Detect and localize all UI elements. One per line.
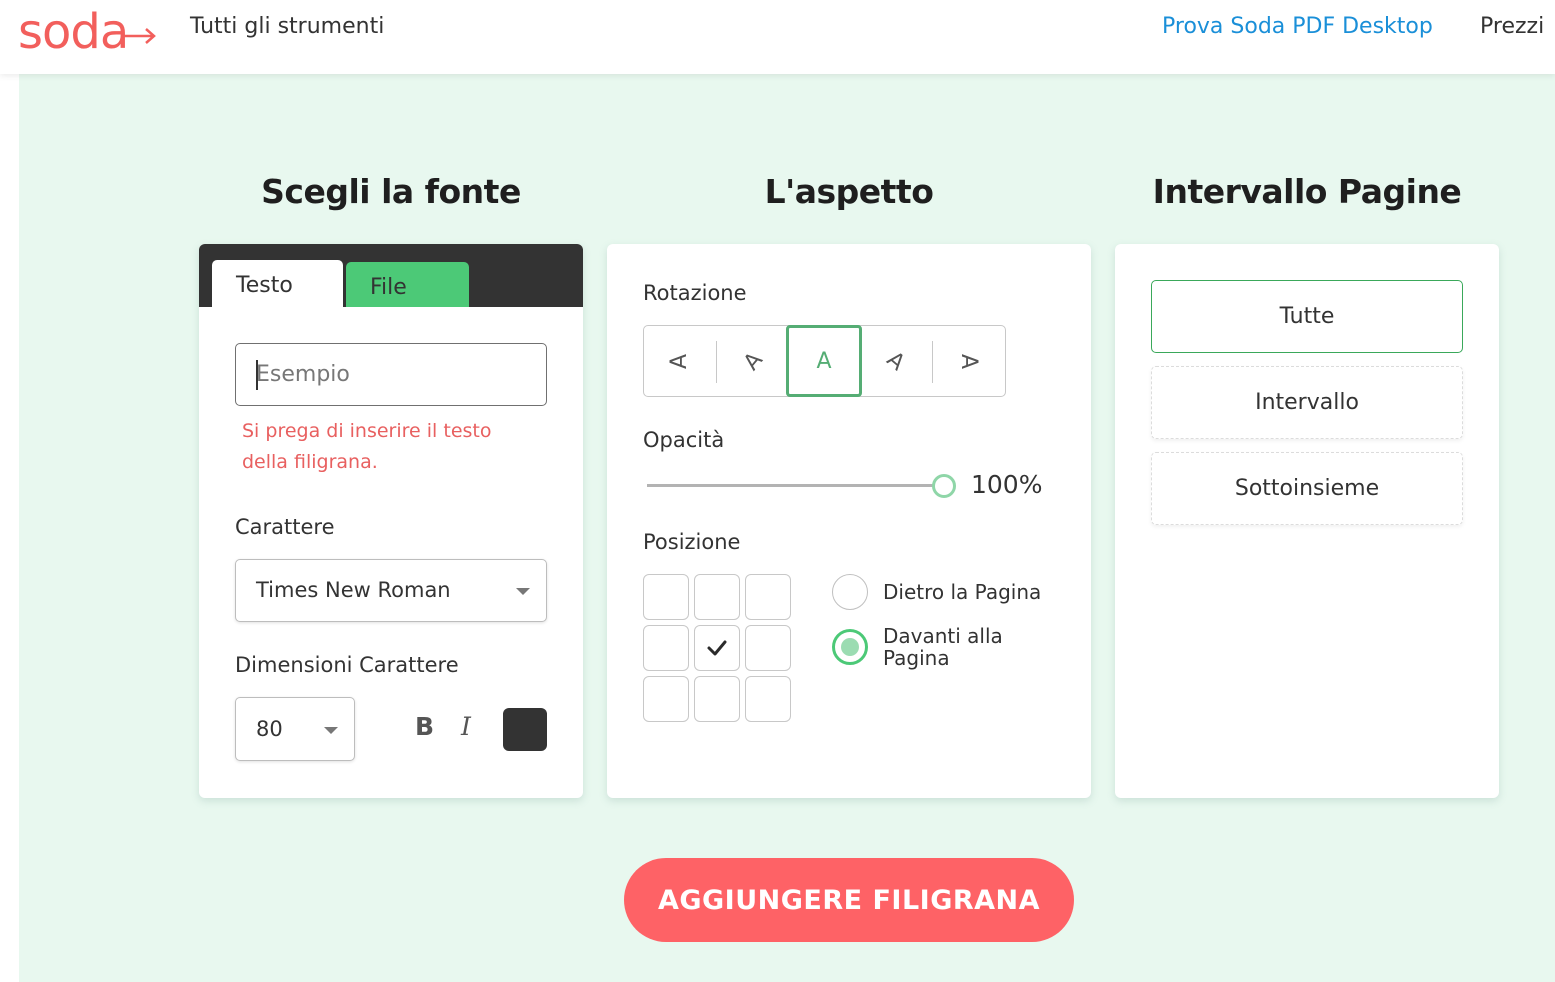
chevron-down-icon (516, 588, 530, 595)
opacity-slider-handle[interactable] (932, 474, 956, 498)
layer-behind-radio[interactable] (832, 574, 868, 610)
layer-front-label[interactable]: Davanti alla Pagina (883, 625, 1043, 669)
position-middle-left[interactable] (643, 625, 689, 671)
rotation-option-90[interactable]: A (933, 326, 1005, 396)
soda-logo[interactable]: soda (18, 4, 158, 60)
rotation-label: Rotazione (643, 281, 747, 305)
radio-selected-dot (841, 638, 859, 656)
font-size-value: 80 (256, 717, 283, 741)
position-bottom-left[interactable] (643, 676, 689, 722)
position-top-right[interactable] (745, 574, 791, 620)
source-section-title: Scegli la fonte (261, 172, 521, 211)
position-top-left[interactable] (643, 574, 689, 620)
nav-pricing-link[interactable]: Prezzi (1480, 14, 1544, 39)
font-label: Carattere (235, 515, 335, 539)
opacity-label: Opacità (643, 428, 725, 452)
rotated-a-icon: A (956, 353, 982, 369)
rotated-a-icon: A (667, 353, 693, 369)
position-label: Posizione (643, 530, 741, 554)
error-message: Si prega di inserire il testo della fili… (242, 420, 492, 473)
logo-text: soda (18, 4, 129, 60)
checkmark-icon (707, 640, 727, 656)
rotation-option-0[interactable]: A (786, 325, 862, 397)
range-option-subset[interactable]: Sottoinsieme (1151, 452, 1463, 525)
page-range-card: Tutte Intervallo Sottoinsieme (1115, 244, 1499, 798)
chevron-down-icon (324, 727, 338, 734)
font-size-label: Dimensioni Carattere (235, 653, 459, 677)
opacity-value: 100% (971, 470, 1043, 499)
bold-button[interactable]: B (415, 712, 434, 741)
position-middle-right[interactable] (745, 625, 791, 671)
upright-a-icon: A (816, 348, 832, 374)
range-option-interval[interactable]: Intervallo (1151, 366, 1463, 439)
watermark-text-placeholder: Esempio (256, 362, 350, 387)
source-tab-bar: Testo File (199, 244, 583, 307)
position-bottom-center[interactable] (694, 676, 740, 722)
font-size-select[interactable]: 80 (235, 697, 355, 761)
opacity-slider-track[interactable] (647, 484, 935, 487)
nav-try-desktop-link[interactable]: Prova Soda PDF Desktop (1162, 14, 1433, 39)
position-top-center[interactable] (694, 574, 740, 620)
layer-behind-label[interactable]: Dietro la Pagina (883, 581, 1041, 603)
range-option-all[interactable]: Tutte (1151, 280, 1463, 353)
appearance-card: Rotazione A A A A A Opacità 100% Posizio… (607, 244, 1091, 798)
position-bottom-right[interactable] (745, 676, 791, 722)
add-watermark-button[interactable]: AGGIUNGERE FILIGRANA (624, 858, 1074, 942)
italic-button[interactable]: I (461, 712, 471, 741)
font-select-value: Times New Roman (256, 578, 451, 602)
logo-arrow-icon (122, 28, 157, 44)
layer-front-radio[interactable] (832, 629, 868, 665)
tab-file[interactable]: File (346, 262, 469, 307)
tab-text[interactable]: Testo (212, 260, 343, 307)
rotation-divider (716, 341, 717, 383)
text-color-picker[interactable] (503, 708, 547, 751)
font-select[interactable]: Times New Roman (235, 559, 547, 622)
page-range-section-title: Intervallo Pagine (1152, 172, 1462, 211)
rotated-a-icon: A (882, 346, 910, 376)
top-navigation-bar: soda Tutti gli strumenti Prova Soda PDF … (0, 0, 1555, 74)
nav-all-tools-link[interactable]: Tutti gli strumenti (190, 14, 384, 39)
watermark-text-input[interactable]: Esempio (235, 343, 547, 406)
position-center[interactable] (694, 625, 740, 671)
appearance-section-title: L'aspetto (764, 172, 934, 211)
text-caret (256, 360, 258, 390)
rotated-a-icon: A (739, 347, 769, 375)
rotation-option-45[interactable]: A (860, 326, 932, 396)
rotation-option-minus-90[interactable]: A (644, 326, 716, 396)
rotation-button-group: A A A A A (643, 325, 1006, 397)
source-card: Testo File Esempio Si prega di inserire … (199, 244, 583, 798)
rotation-option-minus-45[interactable]: A (718, 326, 790, 396)
